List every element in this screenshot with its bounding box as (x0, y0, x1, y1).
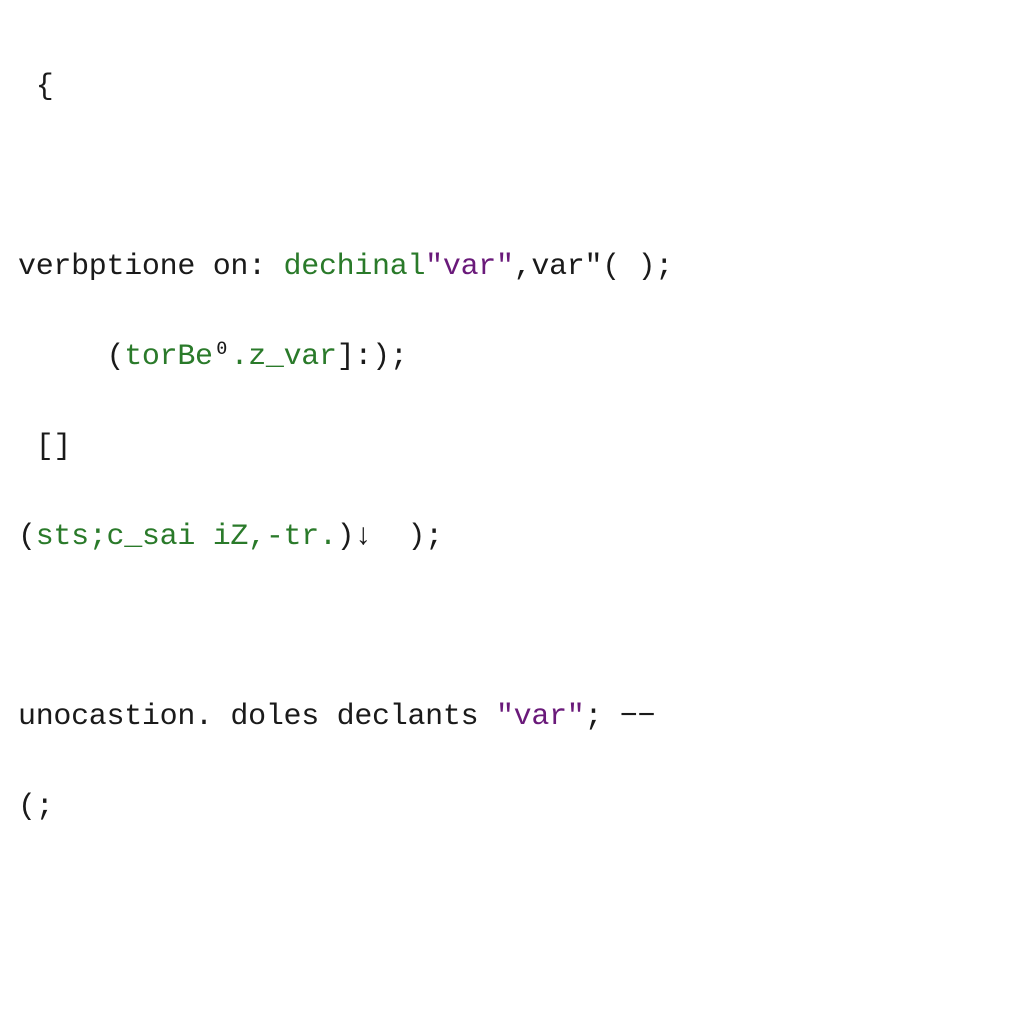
code-string: "var" (496, 700, 585, 734)
code-line-1: { (18, 70, 53, 104)
code-punct: ; −− (585, 700, 656, 734)
code-identifier: ;c_sai iZ,-tr. (89, 520, 337, 554)
code-identifier: .z_var (231, 340, 337, 374)
code-keyword: dechinal (284, 250, 426, 284)
code-string: "var" (425, 250, 514, 284)
code-symbol: ⁰ (213, 340, 231, 374)
code-word: verbptione (18, 250, 195, 284)
code-identifier: torBe (124, 340, 213, 374)
code-identifier: sts (36, 520, 89, 554)
code-bracket: [] (18, 430, 71, 464)
code-punct: ,var" (514, 250, 603, 284)
code-punct: ↓ ); (354, 520, 443, 554)
code-punct: (; (18, 790, 53, 824)
code-punct: ( ); (602, 250, 673, 284)
code-punct: ) (337, 520, 355, 554)
code-word: unocastion. doles declants (18, 700, 496, 734)
code-block: { verbptione on: dechinal"var",var"( ); … (18, 20, 1006, 875)
code-punct: ( (18, 520, 36, 554)
code-punct: ( (18, 340, 124, 374)
code-punct: on: (195, 250, 284, 284)
code-punct: ]:); (337, 340, 408, 374)
